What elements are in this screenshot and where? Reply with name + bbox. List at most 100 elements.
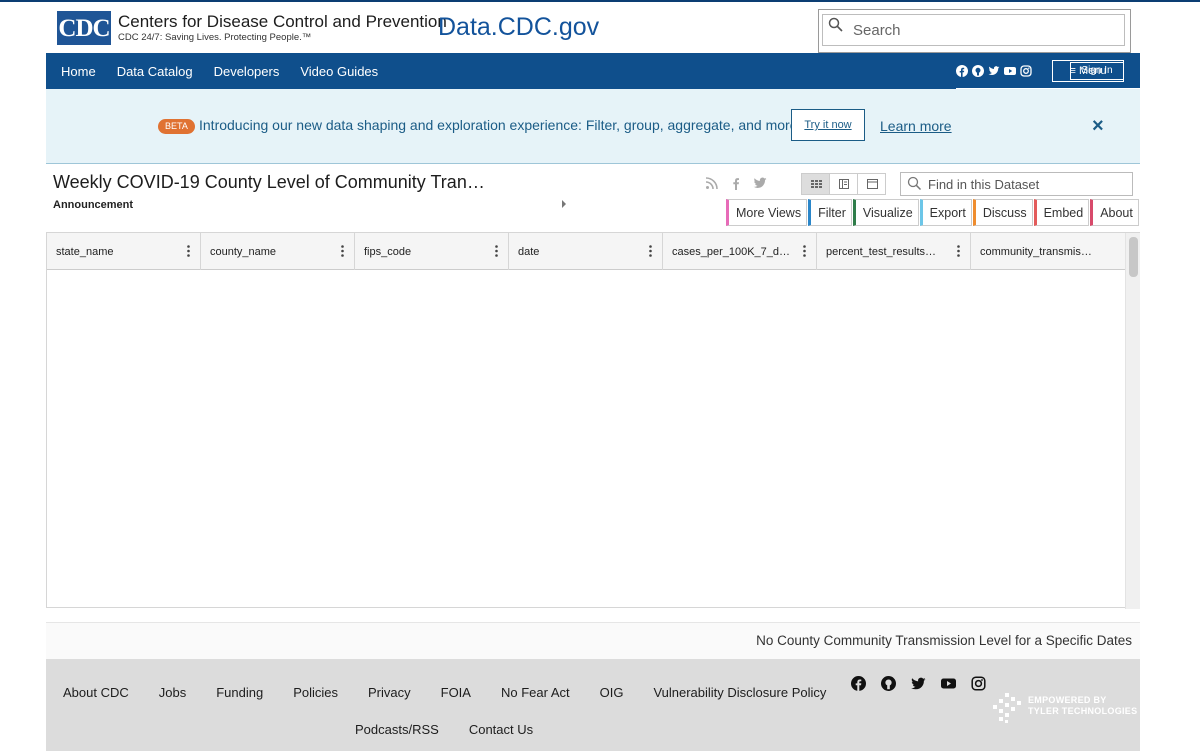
share-icons — [705, 176, 777, 190]
facebook-icon[interactable] — [956, 64, 968, 77]
beta-banner: BETA Introducing our new data shaping an… — [46, 89, 1140, 164]
status-message: No County Community Transmission Level f… — [756, 633, 1132, 648]
column-header[interactable]: cases_per_100K_7_d… — [663, 233, 817, 270]
cdc-logo[interactable]: CDC — [57, 11, 111, 45]
export-button[interactable]: Export — [919, 199, 972, 226]
org-tagline: CDC 24/7: Saving Lives. Protecting Peopl… — [118, 32, 312, 43]
footer-link-vulnerability-disclosure[interactable]: Vulnerability Disclosure Policy — [653, 685, 826, 700]
footer-links: About CDC Jobs Funding Policies Privacy … — [63, 685, 856, 700]
footer-social-icons — [851, 676, 1001, 691]
grid-scrollbar[interactable] — [1125, 233, 1140, 609]
visualize-button[interactable]: Visualize — [852, 199, 919, 226]
rss-icon[interactable] — [705, 176, 719, 190]
learn-more-link[interactable]: Learn more — [880, 118, 952, 134]
footer-link-about-cdc[interactable]: About CDC — [63, 685, 129, 700]
close-icon[interactable]: × — [1092, 115, 1104, 138]
twitter-icon[interactable] — [911, 676, 926, 691]
scroll-thumb[interactable] — [1129, 237, 1138, 277]
footer-link-oig[interactable]: OIG — [600, 685, 624, 700]
column-menu-icon[interactable] — [187, 245, 190, 257]
search-input[interactable] — [853, 20, 1118, 40]
footer-link-foia[interactable]: FOIA — [441, 685, 471, 700]
site-title[interactable]: Data.CDC.gov — [438, 13, 599, 42]
facebook-icon[interactable] — [851, 676, 866, 691]
footer-link-privacy[interactable]: Privacy — [368, 685, 411, 700]
column-label: state_name — [56, 246, 114, 258]
search-field — [822, 14, 1125, 46]
column-menu-icon[interactable] — [649, 245, 652, 257]
nav-item-home[interactable]: Home — [61, 64, 96, 79]
footer-links-secondary: Podcasts/RSS Contact Us — [355, 722, 563, 737]
dataset-title: Weekly COVID-19 County Level of Communit… — [53, 172, 485, 192]
github-icon[interactable] — [972, 64, 984, 77]
site-footer: About CDC Jobs Funding Policies Privacy … — [46, 659, 1140, 751]
dataset-toolbar: More Views Filter Visualize Export Discu… — [726, 199, 1140, 226]
column-label: cases_per_100K_7_d… — [672, 246, 791, 258]
column-header[interactable]: percent_test_results… — [817, 233, 971, 270]
nav-social-icons — [956, 64, 1036, 77]
column-header[interactable]: fips_code — [355, 233, 509, 270]
footer-link-funding[interactable]: Funding — [216, 685, 263, 700]
view-toggle — [801, 173, 886, 195]
footer-link-jobs[interactable]: Jobs — [159, 685, 186, 700]
about-button[interactable]: About — [1090, 199, 1139, 226]
column-label: percent_test_results… — [826, 246, 937, 258]
grid-header: state_name county_name fips_code date ca… — [47, 233, 1125, 270]
instagram-icon[interactable] — [971, 676, 986, 691]
facebook-share-icon[interactable] — [729, 176, 743, 190]
filter-button[interactable]: Filter — [808, 199, 852, 226]
embed-button[interactable]: Embed — [1033, 199, 1090, 226]
column-label: community_transmis… — [980, 246, 1092, 258]
try-it-now-button[interactable]: Try it now — [791, 109, 865, 141]
powered-by-line1: EMPOWERED BY — [1028, 695, 1107, 705]
main-nav: Home Data Catalog Developers Video Guide… — [46, 53, 1140, 90]
column-header[interactable]: state_name — [47, 233, 201, 270]
column-label: county_name — [210, 246, 277, 258]
search-icon[interactable] — [828, 17, 844, 33]
footer-link-contact-us[interactable]: Contact Us — [469, 722, 533, 737]
data-grid: state_name county_name fips_code date ca… — [46, 232, 1140, 609]
row-view-icon[interactable] — [830, 174, 858, 194]
youtube-icon[interactable] — [1004, 64, 1016, 76]
twitter-icon[interactable] — [988, 64, 1000, 76]
footer-link-podcasts-rss[interactable]: Podcasts/RSS — [355, 722, 439, 737]
beta-badge: BETA — [158, 119, 195, 134]
site-header: CDC Centers for Disease Control and Prev… — [0, 2, 1200, 53]
tyler-technologies-logo[interactable]: EMPOWERED BY TYLER TECHNOLOGIES — [991, 691, 1137, 725]
discuss-button[interactable]: Discuss — [972, 199, 1033, 226]
column-label: fips_code — [364, 246, 412, 258]
column-header[interactable]: community_transmis… — [971, 233, 1125, 270]
search-box — [818, 9, 1131, 53]
column-header[interactable]: date — [509, 233, 663, 270]
instagram-icon[interactable] — [1020, 64, 1032, 77]
twitter-share-icon[interactable] — [753, 176, 767, 190]
column-menu-icon[interactable] — [495, 245, 498, 257]
powered-by-line2: TYLER TECHNOLOGIES — [1028, 706, 1138, 716]
column-menu-icon[interactable] — [803, 245, 806, 257]
youtube-icon[interactable] — [941, 676, 956, 691]
tyler-logo-icon — [993, 693, 1021, 723]
banner-text: Introducing our new data shaping and exp… — [199, 117, 802, 133]
sign-in-button[interactable]: Sign In — [1070, 62, 1124, 80]
more-views-button[interactable]: More Views — [726, 199, 808, 226]
dataset-search — [900, 172, 1133, 196]
nav-item-developers[interactable]: Developers — [214, 64, 280, 79]
footer-link-policies[interactable]: Policies — [293, 685, 338, 700]
powered-by-text: EMPOWERED BY TYLER TECHNOLOGIES — [1028, 695, 1137, 717]
column-label: date — [518, 246, 540, 258]
column-menu-icon[interactable] — [957, 245, 960, 257]
dataset-search-input[interactable] — [928, 176, 1128, 192]
card-view-icon[interactable] — [858, 174, 886, 194]
announcement-toggle[interactable]: Announcement — [53, 199, 133, 211]
nav-item-data-catalog[interactable]: Data Catalog — [117, 64, 193, 79]
nav-items: Home Data Catalog Developers Video Guide… — [61, 53, 399, 89]
org-name[interactable]: Centers for Disease Control and Preventi… — [118, 12, 447, 32]
column-header[interactable]: county_name — [201, 233, 355, 270]
github-icon[interactable] — [881, 676, 896, 691]
grid-view-icon[interactable] — [802, 174, 830, 194]
column-menu-icon[interactable] — [341, 245, 344, 257]
nav-item-video-guides[interactable]: Video Guides — [300, 64, 378, 79]
footer-link-no-fear-act[interactable]: No Fear Act — [501, 685, 570, 700]
search-icon[interactable] — [907, 176, 922, 191]
chevron-right-icon[interactable] — [562, 200, 566, 208]
